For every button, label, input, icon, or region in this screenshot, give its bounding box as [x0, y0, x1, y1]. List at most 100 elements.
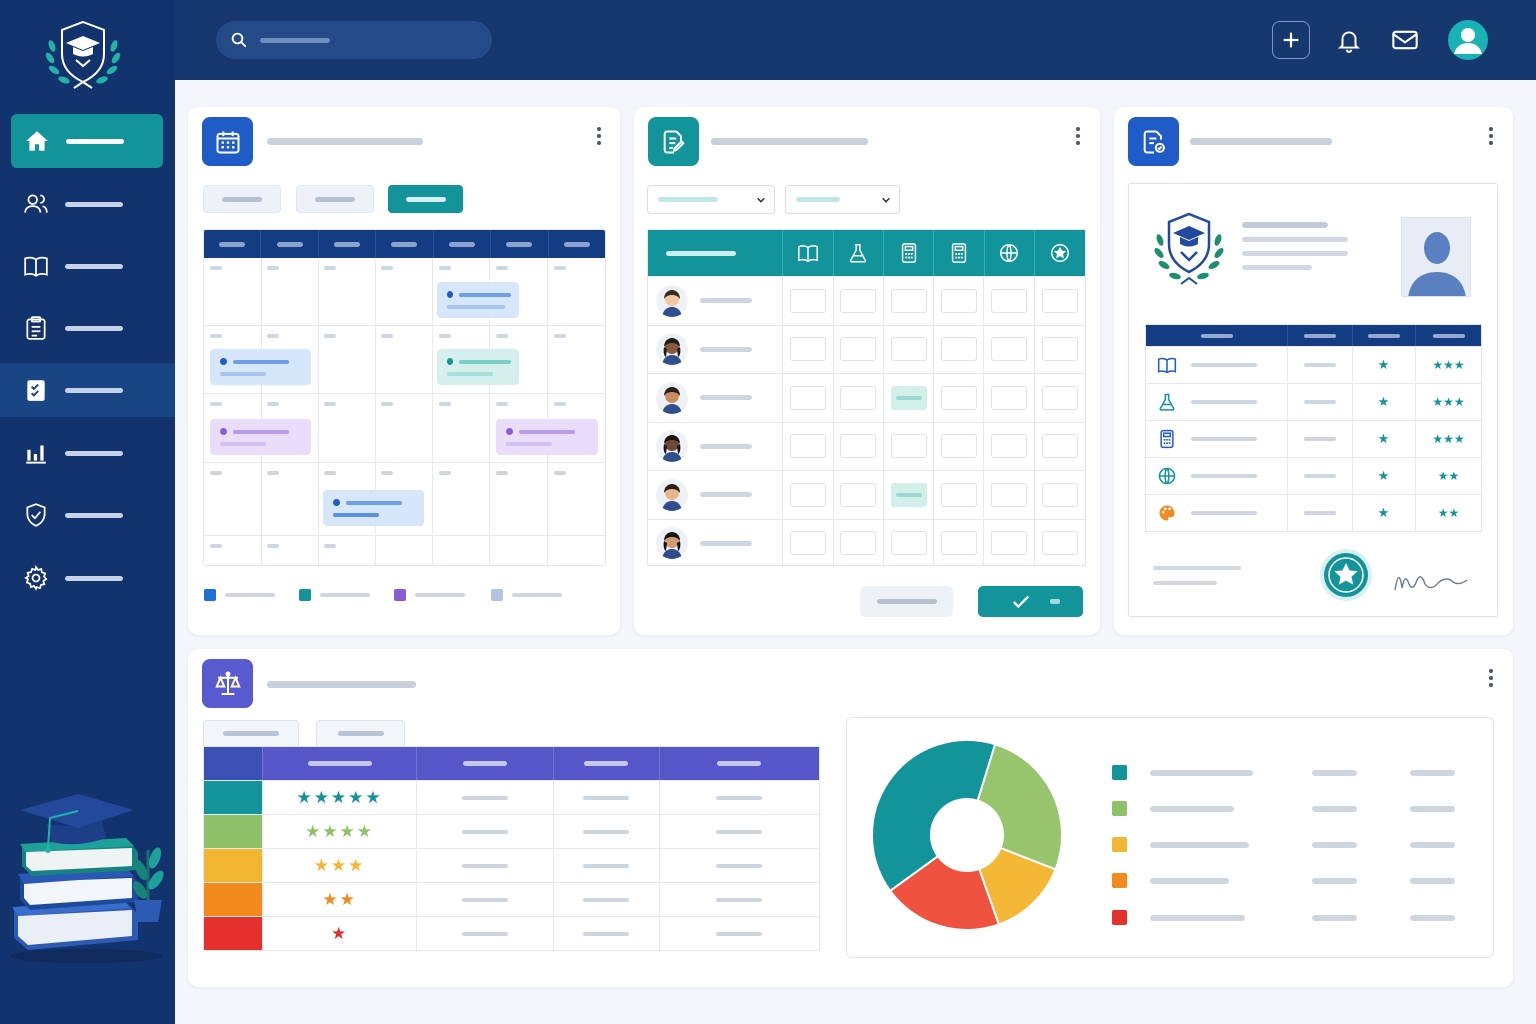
user-avatar[interactable] — [1448, 20, 1488, 60]
more-options-icon[interactable] — [592, 125, 606, 147]
grade-input[interactable] — [890, 434, 927, 459]
term-select[interactable] — [785, 185, 900, 214]
grade-input[interactable] — [840, 288, 877, 313]
student-avatar — [656, 527, 688, 560]
report-card-document: ★ ★★★ ★ ★★★ ★ ★★★ ★ ★★ ★ ★★ — [1128, 183, 1498, 617]
filter-button-3[interactable] — [388, 185, 463, 213]
level-color-swatch — [204, 883, 263, 916]
grade-input[interactable] — [790, 434, 827, 459]
grade-input[interactable] — [991, 385, 1028, 410]
tab-1[interactable] — [203, 720, 299, 746]
table-row: ★★★ — [204, 848, 819, 882]
more-options-icon[interactable] — [1071, 125, 1085, 147]
legend-swatch — [1112, 801, 1127, 816]
grade-input[interactable] — [790, 531, 827, 556]
legend-swatch — [1112, 837, 1127, 852]
calendar-event[interactable] — [210, 349, 311, 385]
grade-input[interactable] — [840, 531, 877, 556]
school-crest-icon — [1154, 212, 1224, 285]
day-header — [319, 230, 377, 258]
grade-input[interactable] — [940, 288, 977, 313]
sidebar-item-reports[interactable] — [0, 426, 175, 480]
day-header — [204, 230, 262, 258]
grade-input[interactable] — [840, 385, 877, 410]
shield-check-icon — [22, 501, 50, 529]
grade-input[interactable] — [790, 337, 827, 362]
grade-input[interactable] — [1041, 482, 1078, 507]
grade-input[interactable] — [1041, 337, 1078, 362]
grade-input[interactable] — [790, 288, 827, 313]
star-seal-icon — [1320, 549, 1372, 601]
grade-column-header — [1416, 325, 1481, 346]
grade-input[interactable] — [840, 337, 877, 362]
grade-input[interactable] — [840, 482, 877, 507]
sidebar-item-courses[interactable] — [0, 239, 175, 293]
more-options-icon[interactable] — [1484, 667, 1498, 689]
sidebar-item-home[interactable] — [11, 114, 163, 168]
grade-input[interactable] — [940, 434, 977, 459]
report-card-card: ★ ★★★ ★ ★★★ ★ ★★★ ★ ★★ ★ ★★ — [1114, 107, 1513, 635]
sidebar-item-settings[interactable] — [0, 551, 175, 605]
grade-input[interactable] — [991, 288, 1028, 313]
search-input[interactable] — [216, 21, 492, 59]
add-button[interactable] — [1272, 21, 1310, 59]
notifications-button[interactable] — [1330, 21, 1368, 59]
grade-input[interactable] — [890, 482, 927, 507]
grade-input[interactable] — [940, 337, 977, 362]
sidebar-item-assignments[interactable] — [0, 301, 175, 355]
grade-input[interactable] — [940, 482, 977, 507]
day-number — [324, 266, 336, 270]
class-select[interactable] — [647, 185, 775, 214]
grade-input[interactable] — [1041, 288, 1078, 313]
calendar-event[interactable] — [496, 419, 598, 455]
cancel-button[interactable] — [860, 586, 953, 617]
student-avatar — [656, 381, 688, 414]
subject-column-header — [1146, 325, 1288, 346]
calendar-event[interactable] — [323, 490, 424, 526]
table-row — [648, 518, 1085, 565]
grade-input[interactable] — [1041, 385, 1078, 410]
calendar-event[interactable] — [437, 349, 519, 385]
calendar-icon — [202, 117, 253, 166]
day-header — [261, 230, 319, 258]
grade-stars: ★★★ — [1432, 395, 1465, 409]
grade-cell — [884, 374, 935, 422]
grade-input[interactable] — [940, 531, 977, 556]
sidebar-item-grading[interactable] — [0, 363, 175, 417]
sidebar-item-users[interactable] — [0, 177, 175, 231]
day-number — [324, 402, 336, 406]
globe-icon — [985, 230, 1035, 276]
grade-cell — [1035, 374, 1085, 422]
grade-input[interactable] — [1041, 434, 1078, 459]
grade-stars: ★★ — [1437, 469, 1460, 483]
calendar-event[interactable] — [210, 419, 311, 455]
grade-cell — [834, 325, 884, 373]
more-options-icon[interactable] — [1484, 125, 1498, 147]
grade-input[interactable] — [991, 531, 1028, 556]
grade-input[interactable] — [991, 482, 1028, 507]
grade-input[interactable] — [991, 337, 1028, 362]
filter-button-1[interactable] — [203, 185, 281, 213]
grade-input[interactable] — [790, 482, 827, 507]
grade-input[interactable] — [991, 434, 1028, 459]
filter-button-2[interactable] — [296, 185, 374, 213]
messages-button[interactable] — [1386, 21, 1424, 59]
grade-input[interactable] — [890, 531, 927, 556]
grade-input[interactable] — [890, 288, 927, 313]
grade-input[interactable] — [790, 385, 827, 410]
sidebar-item-security[interactable] — [0, 488, 175, 542]
calendar-event[interactable] — [437, 282, 519, 318]
grade-input[interactable] — [840, 434, 877, 459]
footer-note — [1153, 566, 1241, 570]
grade-cell — [834, 519, 884, 565]
grade-input[interactable] — [890, 385, 927, 410]
day-number — [554, 334, 566, 338]
grade-input[interactable] — [1041, 531, 1078, 556]
student-cell — [648, 277, 784, 325]
tab-2[interactable] — [316, 720, 405, 746]
grade-input[interactable] — [940, 385, 977, 410]
grade-input[interactable] — [890, 337, 927, 362]
save-grades-button[interactable] — [978, 586, 1083, 617]
legend-item — [1112, 837, 1455, 852]
plus-icon — [1280, 29, 1302, 51]
